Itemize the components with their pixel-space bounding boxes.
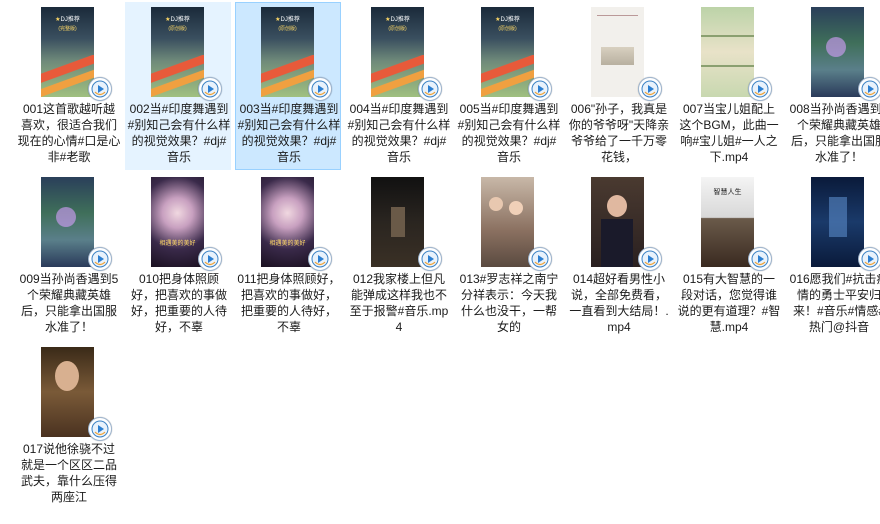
file-name: 016愿我们#抗击疫情的勇士平安归来！#音乐#情感#热门@抖音	[789, 272, 880, 334]
file-item[interactable]: 012我家楼上但凡能弹成这样我也不至于报警#音乐.mp4	[345, 172, 451, 340]
media-player-icon	[88, 247, 112, 271]
file-name: 001这首歌越听越喜欢，很适合我们现在的心情#口是心非#老歌	[17, 102, 121, 164]
thumb-subbanner: (原创版)	[388, 26, 407, 32]
media-player-icon	[638, 247, 662, 271]
thumb-banner: ★DJ推荐	[385, 17, 410, 23]
thumb-caption: 相遇美的美好	[159, 241, 196, 247]
file-name: 017说他徐骁不过就是一个区区二品武夫，靠什么压得两座江	[20, 442, 117, 504]
media-player-icon	[88, 417, 112, 441]
file-name: 008当孙尚香遇到5个荣耀典藏英雄后，只能拿出国服水准了！	[789, 102, 880, 164]
file-name: 004当#印度舞遇到#别知己会有什么样的视觉效果？#dj#音乐	[347, 102, 451, 164]
media-player-icon	[308, 77, 332, 101]
thumb-subbanner: (原创版)	[498, 26, 517, 32]
thumb-banner: ★DJ推荐	[275, 17, 300, 23]
media-player-icon	[198, 247, 222, 271]
file-item[interactable]: 008当孙尚香遇到5个荣耀典藏英雄后，只能拿出国服水准了！	[785, 2, 880, 170]
media-player-icon	[418, 247, 442, 271]
file-name: 009当孙尚香遇到5个荣耀典藏英雄后，只能拿出国服水准了！	[19, 272, 119, 334]
media-player-icon	[308, 247, 332, 271]
media-player-icon	[198, 77, 222, 101]
thumb-subbanner: (完整版)	[58, 26, 77, 32]
video-thumbnail	[41, 177, 94, 267]
video-thumbnail	[811, 177, 864, 267]
file-item[interactable]: 相遇美的美好 010把身体照顾好，把喜欢的事做好，把重要的人待好，不辜	[125, 172, 231, 340]
media-player-icon	[88, 77, 112, 101]
thumb-banner: ★DJ推荐	[495, 17, 520, 23]
media-player-icon	[748, 247, 772, 271]
file-item[interactable]: 006"孙子，我真是你的爷爷呀"天降亲爷爷给了一千万零花钱，	[565, 2, 671, 170]
file-item[interactable]: 007当宝儿姐配上这个BGM，此曲一响#宝儿姐#一人之下.mp4	[675, 2, 781, 170]
file-name: 005当#印度舞遇到#别知己会有什么样的视觉效果？#dj#音乐	[457, 102, 561, 164]
file-name: 006"孙子，我真是你的爷爷呀"天降亲爷爷给了一千万零花钱，	[568, 102, 670, 164]
thumb-subbanner: (原创版)	[168, 26, 187, 32]
file-name: 013#罗志祥之南宁分祥表示：今天我什么也没干，一帮女的	[459, 272, 559, 334]
video-thumbnail: 相遇美的美好	[151, 177, 204, 267]
video-thumbnail	[371, 177, 424, 267]
file-item[interactable]: 013#罗志祥之南宁分祥表示：今天我什么也没干，一帮女的	[455, 172, 561, 340]
media-player-icon	[638, 77, 662, 101]
file-name: 015有大智慧的一段对话，您觉得谁说的更有道理？#智慧.mp4	[677, 272, 781, 334]
file-name: 012我家楼上但凡能弹成这样我也不至于报警#音乐.mp4	[349, 272, 449, 334]
media-player-icon	[748, 77, 772, 101]
video-thumbnail: 智慧人生	[701, 177, 754, 267]
file-item[interactable]: ★DJ推荐 (原创版) 005当#印度舞遇到#别知己会有什么样的视觉效果？#dj#音…	[455, 2, 561, 170]
thumb-subbanner: (原创版)	[278, 26, 297, 32]
media-player-icon	[528, 247, 552, 271]
video-thumbnail	[811, 7, 864, 97]
video-thumbnail	[591, 7, 644, 97]
video-thumbnail: ★DJ推荐 (原创版)	[261, 7, 314, 97]
file-item[interactable]: 014超好看男性小说，全部免费看，一直看到大结局！.mp4	[565, 172, 671, 340]
video-thumbnail	[41, 347, 94, 437]
thumb-banner: ★DJ推荐	[165, 17, 190, 23]
file-item[interactable]: 009当孙尚香遇到5个荣耀典藏英雄后，只能拿出国服水准了！	[15, 172, 121, 340]
file-item[interactable]: ★DJ推荐 (原创版) 004当#印度舞遇到#别知己会有什么样的视觉效果？#dj#音…	[345, 2, 451, 170]
file-item[interactable]: ★DJ推荐 (完整版) 001这首歌越听越喜欢，很适合我们现在的心情#口是心非#老歌	[15, 2, 121, 170]
video-thumbnail: ★DJ推荐 (完整版)	[41, 7, 94, 97]
thumb-caption: 相遇美的美好	[269, 241, 306, 247]
media-player-icon	[858, 77, 880, 101]
file-item[interactable]: 相遇美的美好 011把身体照顾好，把喜欢的事做好，把重要的人待好，不辜	[235, 172, 341, 340]
file-item[interactable]: 智慧人生 015有大智慧的一段对话，您觉得谁说的更有道理？#智慧.mp4	[675, 172, 781, 340]
video-thumbnail	[481, 177, 534, 267]
file-name: 003当#印度舞遇到#别知己会有什么样的视觉效果？#dj#音乐	[237, 102, 341, 164]
file-grid: ★DJ推荐 (完整版) 001这首歌越听越喜欢，很适合我们现在的心情#口是心非#老歌…	[0, 0, 880, 524]
file-name: 002当#印度舞遇到#别知己会有什么样的视觉效果？#dj#音乐	[127, 102, 231, 164]
media-player-icon	[858, 247, 880, 271]
thumb-banner: 智慧人生	[713, 189, 742, 196]
media-player-icon	[528, 77, 552, 101]
media-player-icon	[418, 77, 442, 101]
file-name: 010把身体照顾好，把喜欢的事做好，把重要的人待好，不辜	[130, 272, 227, 334]
file-item[interactable]: 017说他徐骁不过就是一个区区二品武夫，靠什么压得两座江	[15, 342, 121, 510]
video-thumbnail	[591, 177, 644, 267]
video-thumbnail: ★DJ推荐 (原创版)	[151, 7, 204, 97]
file-item[interactable]: ★DJ推荐 (原创版) 002当#印度舞遇到#别知己会有什么样的视觉效果？#dj#音…	[125, 2, 231, 170]
thumb-banner: ★DJ推荐	[55, 17, 80, 23]
video-thumbnail: ★DJ推荐 (原创版)	[371, 7, 424, 97]
file-item[interactable]: ★DJ推荐 (原创版) 003当#印度舞遇到#别知己会有什么样的视觉效果？#dj#音…	[235, 2, 341, 170]
file-name: 007当宝儿姐配上这个BGM，此曲一响#宝儿姐#一人之下.mp4	[679, 102, 779, 164]
file-item[interactable]: 016愿我们#抗击疫情的勇士平安归来！#音乐#情感#热门@抖音	[785, 172, 880, 340]
video-thumbnail	[701, 7, 754, 97]
file-name: 011把身体照顾好，把喜欢的事做好，把重要的人待好，不辜	[237, 272, 341, 334]
file-name: 014超好看男性小说，全部免费看，一直看到大结局！.mp4	[569, 272, 669, 334]
video-thumbnail: 相遇美的美好	[261, 177, 314, 267]
video-thumbnail: ★DJ推荐 (原创版)	[481, 7, 534, 97]
